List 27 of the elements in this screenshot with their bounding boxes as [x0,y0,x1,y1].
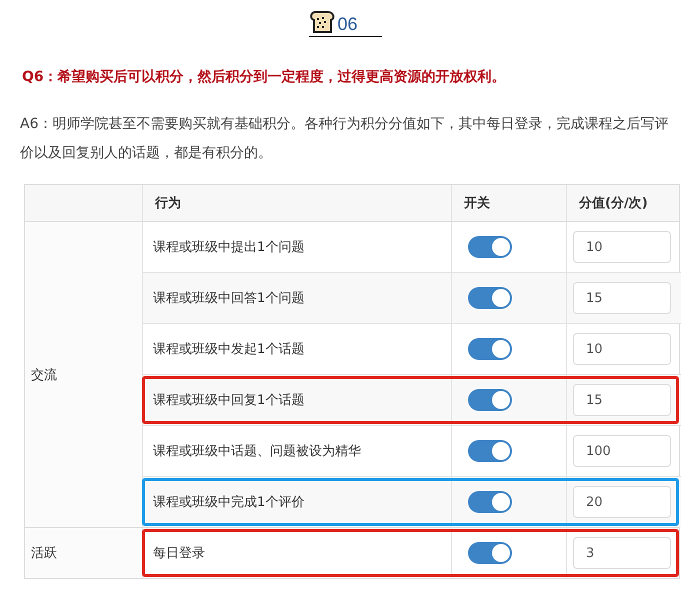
table-cell: 课程或班级中完成1个评价 [142,477,451,527]
table-cell: 每日登录 [142,528,451,578]
input-field[interactable]: 10 [573,231,671,263]
toggle-switch[interactable] [468,287,512,309]
toggle-switch[interactable] [468,236,512,258]
bread-icon [309,10,336,34]
group-label: 交流 [31,366,57,384]
toggle-switch[interactable] [468,440,512,462]
section-number: 06 [337,14,359,34]
column-header: 行为 [142,185,451,221]
column-header: 分值(分/次) [566,185,679,221]
table-cell: 课程或班级中回答1个问题 [142,273,451,323]
table-cell: 课程或班级中回复1个话题 [142,375,451,425]
answer-text: A6：明师学院甚至不需要购买就有基础积分。各种行为积分分值如下，其中每日登录，完成课程之后写评价以及回复别人的话题，都是有积分的。 [20,115,670,163]
input-field[interactable]: 3 [573,537,671,569]
input-field[interactable]: 20 [573,486,671,518]
group-label: 活跃 [31,545,57,562]
input-field[interactable]: 15 [573,384,671,416]
question-text: Q6：希望购买后可以积分，然后积分到一定程度，过得更高资源的开放权利。 [22,68,507,87]
toggle-switch[interactable] [468,389,512,411]
toggle-switch[interactable] [468,542,512,564]
column-header: 开关 [451,185,566,221]
input-field[interactable]: 10 [573,333,671,365]
toggle-switch[interactable] [468,338,512,360]
input-field[interactable]: 15 [573,282,671,314]
toggle-switch[interactable] [468,491,512,513]
input-field[interactable]: 100 [573,435,671,467]
